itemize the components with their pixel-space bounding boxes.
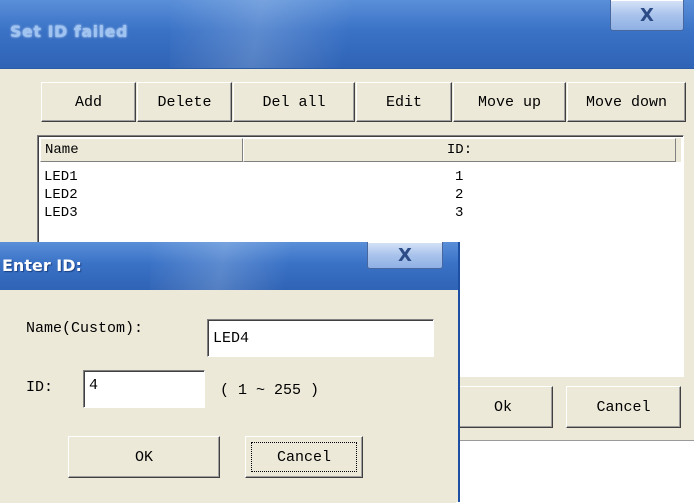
delete-all-button[interactable]: Del all — [233, 82, 355, 122]
title-bar-gloss — [170, 0, 390, 68]
close-icon: X — [640, 4, 654, 26]
enter-id-dialog: Enter ID: X Name(Custom): LED4 ID: 4 ( 1… — [0, 242, 460, 502]
list-header: Name ID: — [40, 138, 681, 162]
enter-id-ok-button[interactable]: OK — [68, 436, 220, 478]
column-header-name[interactable]: Name — [40, 138, 243, 162]
list-item-id: 3 — [455, 205, 464, 221]
ok-button[interactable]: Ok — [453, 386, 553, 428]
list-item-name: LED1 — [44, 169, 78, 185]
list-item[interactable]: LED3 3 — [44, 204, 674, 222]
delete-button[interactable]: Delete — [137, 82, 232, 122]
list-item[interactable]: LED2 2 — [44, 186, 674, 204]
enter-id-title: Enter ID: — [2, 256, 82, 275]
name-field[interactable]: LED4 — [207, 319, 434, 357]
enter-id-title-bar[interactable]: Enter ID: X — [0, 242, 458, 290]
edit-button[interactable]: Edit — [356, 82, 452, 122]
focus-ring — [251, 442, 357, 472]
move-up-button[interactable]: Move up — [453, 82, 566, 122]
cancel-button[interactable]: Cancel — [566, 386, 681, 428]
list-item-id: 1 — [455, 169, 464, 185]
id-field[interactable]: 4 — [83, 370, 205, 408]
list-item-name: LED3 — [44, 205, 78, 221]
close-icon: X — [398, 244, 412, 266]
column-header-id[interactable]: ID: — [243, 138, 676, 162]
lower-panel — [456, 440, 694, 503]
main-window-title: Set ID failed — [10, 22, 128, 41]
enter-id-close-button[interactable]: X — [367, 242, 443, 269]
list-item-id: 2 — [455, 187, 464, 203]
move-down-button[interactable]: Move down — [567, 82, 686, 122]
main-close-button[interactable]: X — [610, 0, 684, 31]
id-label: ID: — [26, 379, 54, 396]
title-bar-gloss — [150, 242, 310, 290]
id-range-hint: ( 1 ~ 255 ) — [220, 382, 320, 399]
add-button[interactable]: Add — [41, 82, 136, 122]
list-item-name: LED2 — [44, 187, 78, 203]
list-item[interactable]: LED1 1 — [44, 168, 674, 186]
name-label: Name(Custom): — [26, 320, 144, 337]
main-title-bar[interactable]: Set ID failed X — [0, 0, 694, 69]
enter-id-cancel-button[interactable]: Cancel — [245, 436, 363, 478]
